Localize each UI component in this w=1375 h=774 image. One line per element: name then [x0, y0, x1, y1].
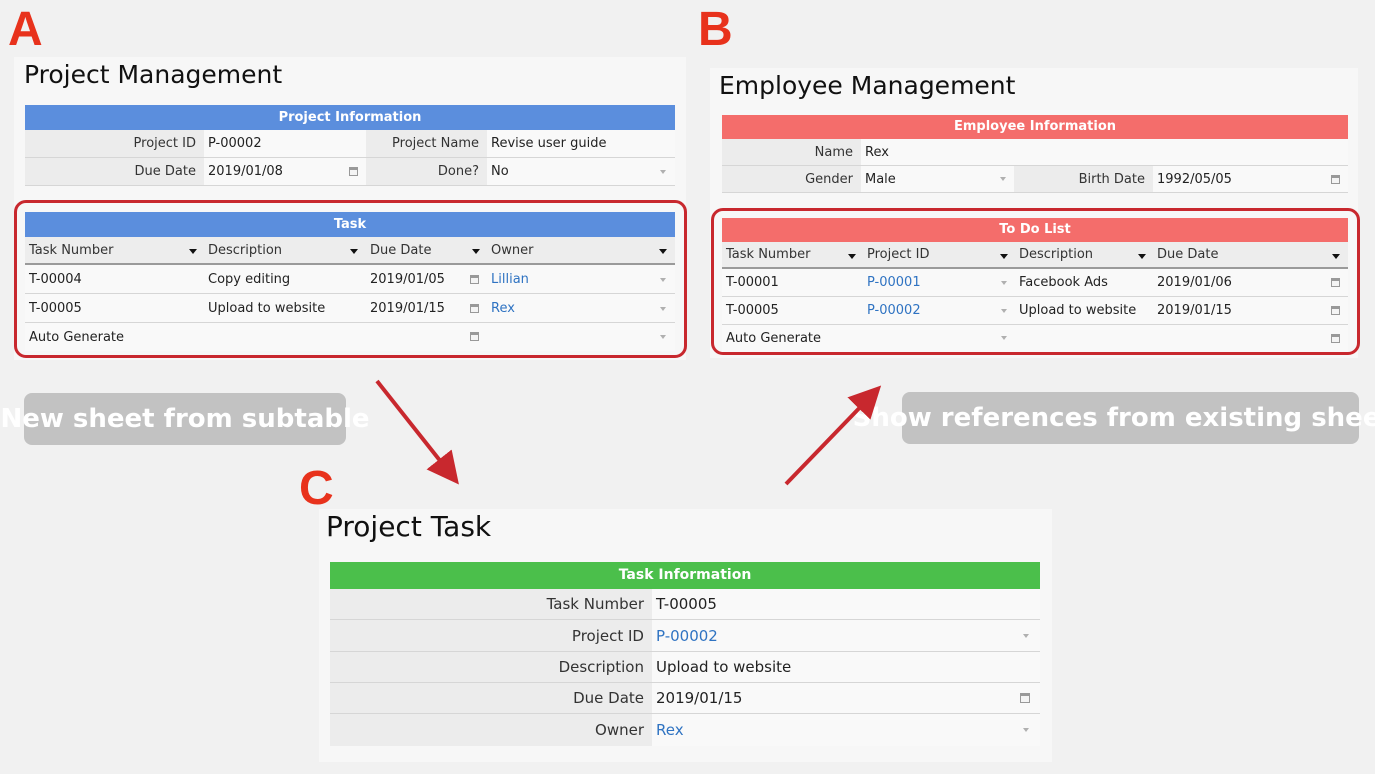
calendar-icon[interactable]	[1020, 693, 1030, 703]
project-id-label: Project ID	[330, 620, 652, 651]
dropdown-icon[interactable]	[1023, 634, 1029, 638]
dropdown-icon[interactable]	[1023, 728, 1029, 732]
description-field[interactable]: Upload to website	[652, 652, 1040, 682]
field-owner: Owner Rex	[330, 714, 1040, 746]
task-number-label: Task Number	[330, 589, 652, 619]
owner-label: Owner	[330, 714, 652, 746]
task-number-field[interactable]: T-00005	[652, 589, 1040, 619]
arrow-a-to-c	[375, 379, 459, 485]
description-label: Description	[330, 652, 652, 682]
task-information-header: Task Information	[330, 562, 1040, 589]
arrow-c-to-b	[784, 385, 882, 486]
owner-field[interactable]: Rex	[652, 714, 1040, 746]
sheet-c-title: Project Task	[326, 510, 492, 543]
field-description: Description Upload to website	[330, 652, 1040, 683]
field-project-id: Project ID P-00002	[330, 620, 1040, 652]
field-due-date: Due Date 2019/01/15	[330, 683, 1040, 714]
due-date-field[interactable]: 2019/01/15	[652, 683, 1040, 713]
project-id-field[interactable]: P-00002	[652, 620, 1040, 651]
due-date-label: Due Date	[330, 683, 652, 713]
field-task-number: Task Number T-00005	[330, 589, 1040, 620]
